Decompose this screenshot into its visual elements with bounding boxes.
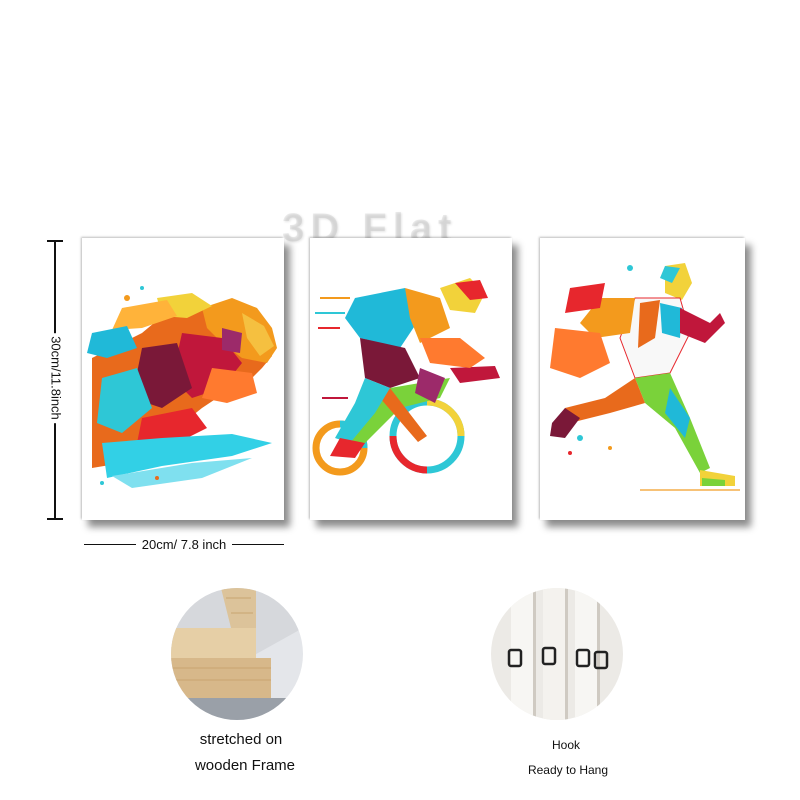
hook-caption-line1: Hook	[551, 738, 580, 752]
wooden-frame-photo	[171, 588, 303, 720]
width-dimension: 20cm/ 7.8 inch	[84, 536, 285, 552]
cyclist-artwork	[312, 278, 500, 476]
cyclist-canvas-panel	[310, 238, 512, 520]
frame-caption-line2: wooden Frame	[194, 757, 296, 774]
width-dimension-label: 20cm/ 7.8 inch	[141, 536, 227, 552]
hook-photo	[491, 588, 623, 720]
height-dimension-label: 30cm/11.8inch	[48, 333, 64, 423]
width-dimension-line-right	[232, 543, 285, 545]
width-dimension-line-left	[84, 543, 136, 545]
hook-caption-line2: Ready to Hang	[527, 763, 609, 777]
height-dimension-cap-top	[47, 240, 63, 242]
runner-artwork	[550, 263, 740, 491]
height-dimension-cap-bottom	[47, 518, 63, 520]
swimmer-artwork	[87, 286, 277, 488]
swimmer-canvas-panel	[82, 238, 284, 520]
frame-caption-line1: stretched on	[199, 731, 283, 748]
runner-canvas-panel	[540, 238, 745, 520]
